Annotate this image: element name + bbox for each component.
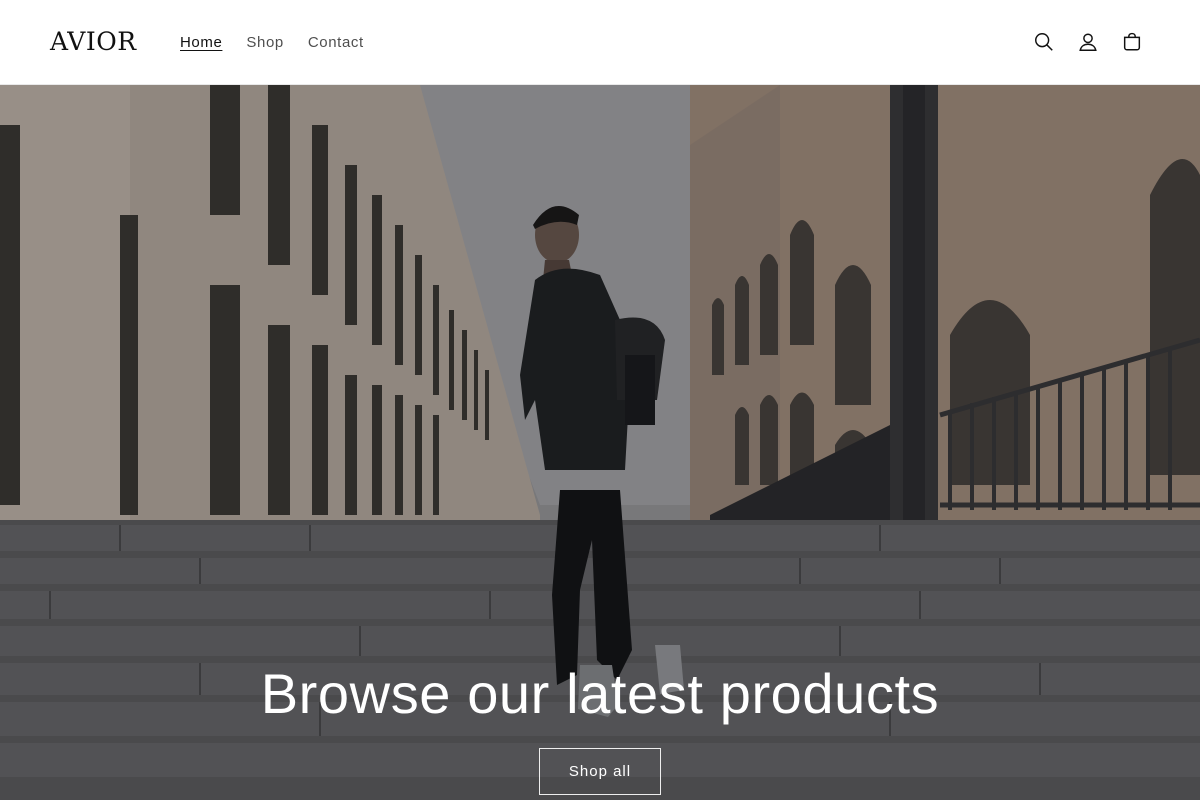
nav-link-contact[interactable]: Contact bbox=[296, 33, 376, 53]
account-icon bbox=[1079, 33, 1097, 51]
shop-all-button[interactable]: Shop all bbox=[539, 748, 661, 795]
cart-button[interactable] bbox=[1110, 20, 1154, 64]
hero-title: Browse our latest products bbox=[260, 662, 940, 725]
header-icons bbox=[1022, 20, 1154, 64]
account-button[interactable] bbox=[1066, 20, 1110, 64]
cart-icon bbox=[1123, 32, 1141, 51]
site-header: AVIOR Home Shop Contact bbox=[0, 0, 1200, 85]
site-logo[interactable]: AVIOR bbox=[50, 27, 137, 57]
search-button[interactable] bbox=[1022, 20, 1066, 64]
main-nav: Home Shop Contact bbox=[168, 0, 376, 85]
search-icon bbox=[1035, 33, 1053, 51]
hero-banner: Browse our latest products Shop all bbox=[0, 85, 1200, 800]
nav-link-home[interactable]: Home bbox=[168, 33, 234, 53]
nav-link-shop[interactable]: Shop bbox=[234, 33, 295, 53]
